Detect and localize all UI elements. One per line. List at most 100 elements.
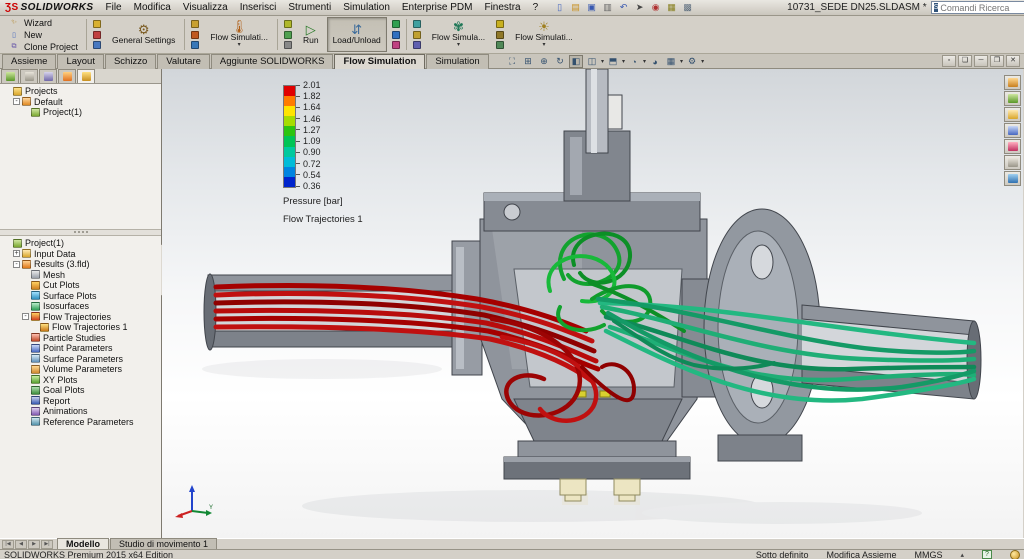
tree-item-projects[interactable]: Projects [4, 86, 161, 97]
tree-item-flow-trajectories-1[interactable]: Flow Trajectories 1 [4, 322, 161, 333]
toolbar-mini-icon[interactable] [493, 19, 507, 29]
tab-layout[interactable]: Layout [57, 54, 104, 69]
panel-tab-1[interactable] [20, 69, 38, 83]
zoom-to-area-icon[interactable]: ⊞ [521, 55, 535, 68]
toolbar-mini-icon[interactable] [493, 30, 507, 40]
tree-item-particle-studies[interactable]: Particle Studies [4, 332, 161, 343]
tree-item-surface-parameters[interactable]: Surface Parameters [4, 353, 161, 364]
chevron-down-icon[interactable]: ▾ [680, 58, 683, 65]
chevron-down-icon[interactable]: ▾ [601, 58, 604, 65]
close-icon[interactable]: ✕ [1006, 55, 1020, 67]
scroll-next-icon[interactable]: ▶ [28, 540, 40, 549]
apply-scene-icon[interactable]: ▦ [664, 55, 678, 68]
options-icon[interactable]: ▩ [680, 1, 695, 14]
model-tab-studio-di-movimento-1[interactable]: Studio di movimento 1 [110, 538, 217, 549]
toolbar-mini-icon[interactable] [410, 40, 424, 50]
scroll-prev-icon[interactable]: ◀ [15, 540, 27, 549]
menu-item-simulation[interactable]: Simulation [337, 1, 396, 14]
model-tab-modello[interactable]: Modello [57, 538, 109, 549]
tree-item-report[interactable]: Report [4, 395, 161, 406]
toolbar-mini-icon[interactable] [389, 30, 403, 40]
tree-item-isosurfaces[interactable]: Isosurfaces [4, 301, 161, 312]
toolbar-mini-icon[interactable] [410, 30, 424, 40]
search-input[interactable] [940, 3, 1024, 13]
tree-item-mesh[interactable]: Mesh [4, 269, 161, 280]
open-icon[interactable]: ▤ [568, 1, 583, 14]
toolbar-mini-icon[interactable] [90, 30, 104, 40]
flow-simulation-display-button[interactable]: ☀︎ Flow Simulati... ▾ [509, 17, 579, 52]
tab-assieme[interactable]: Assieme [2, 54, 56, 69]
quick-tips-icon[interactable]: ? [982, 550, 992, 559]
display-style-icon[interactable]: ◫ [585, 55, 599, 68]
flow-simulation-menu-button[interactable]: 🌡︎ Flow Simulati... ▾ [204, 17, 274, 52]
scroll-last-icon[interactable]: ▶| [41, 540, 53, 549]
general-settings-button[interactable]: ⚙︎ General Settings [106, 17, 181, 52]
window-icon[interactable]: ▫ [942, 55, 956, 67]
new-document-icon[interactable]: ▯ [552, 1, 567, 14]
zoom-in-out-icon[interactable]: ⊕ [537, 55, 551, 68]
window-cascade-icon[interactable]: ❏ [958, 55, 972, 67]
panel-tab-4[interactable] [77, 69, 95, 83]
tree-expander-icon[interactable]: - [22, 313, 29, 320]
tree-item-project-1-[interactable]: Project(1) [4, 107, 161, 118]
tree-item-xy-plots[interactable]: XY Plots [4, 374, 161, 385]
toolbar-mini-icon[interactable] [188, 30, 202, 40]
wizard-button[interactable]: ✨︎ Wizard [2, 17, 83, 29]
units-selector[interactable]: MMGS [914, 550, 942, 559]
menu-item-visualizza[interactable]: Visualizza [177, 1, 234, 14]
save-icon[interactable]: ▣ [584, 1, 599, 14]
view-orientation-icon[interactable]: ⬒ [606, 55, 620, 68]
run-button[interactable]: ▷ Run [297, 17, 325, 52]
toolbar-mini-icon[interactable] [281, 40, 295, 50]
forum-button[interactable] [1004, 171, 1021, 186]
panel-tab-0[interactable] [1, 69, 19, 83]
panel-tab-3[interactable] [58, 69, 76, 83]
rebuild-icon[interactable]: ◉ [648, 1, 663, 14]
units-caret-icon[interactable]: ▴ [960, 551, 964, 559]
toolbar-mini-icon[interactable] [410, 19, 424, 29]
custom-properties-button[interactable] [1004, 155, 1021, 170]
tree-item-reference-parameters[interactable]: Reference Parameters [4, 416, 161, 427]
menu-item-finestra[interactable]: Finestra [478, 1, 526, 14]
tree-item-flow-trajectories[interactable]: -Flow Trajectories [4, 311, 161, 322]
tree-expander-icon[interactable]: - [13, 261, 20, 268]
chevron-down-icon[interactable]: ▾ [622, 58, 625, 65]
toolbar-mini-icon[interactable] [389, 40, 403, 50]
minimize-icon[interactable]: ─ [974, 55, 988, 67]
tree-expander-icon[interactable]: + [13, 250, 20, 257]
tree-item-animations[interactable]: Animations [4, 406, 161, 417]
clone-project-button[interactable]: ⧉ Clone Project [2, 41, 83, 53]
design-library-button[interactable] [1004, 91, 1021, 106]
tab-aggiunte-solidworks[interactable]: Aggiunte SOLIDWORKS [211, 54, 334, 69]
rotate-view-icon[interactable]: ↻ [553, 55, 567, 68]
panel-tab-2[interactable] [39, 69, 57, 83]
load-unload-button[interactable]: ⇵ Load/Unload [327, 17, 387, 52]
tree-item-goal-plots[interactable]: Goal Plots [4, 385, 161, 396]
menu-item-modifica[interactable]: Modifica [128, 1, 177, 14]
scroll-first-icon[interactable]: |◀ [2, 540, 14, 549]
toolbar-mini-icon[interactable] [90, 19, 104, 29]
menu-item-strumenti[interactable]: Strumenti [282, 1, 337, 14]
menu-item--[interactable]: ? [527, 1, 545, 14]
appearances-button[interactable] [1004, 139, 1021, 154]
tree-splitter[interactable] [0, 229, 161, 236]
tree-item-input-data[interactable]: +Input Data [4, 248, 161, 259]
file-explorer-button[interactable] [1004, 107, 1021, 122]
tree-item-surface-plots[interactable]: Surface Plots [4, 290, 161, 301]
undo-icon[interactable]: ↶ [616, 1, 631, 14]
tree-item-project-1-root[interactable]: Project(1) [4, 238, 161, 249]
solidworks-resources-button[interactable] [1004, 75, 1021, 90]
graphics-viewport[interactable]: 2.011.821.641.461.271.090.900.720.540.36… [162, 69, 1023, 538]
toolbar-mini-icon[interactable] [389, 19, 403, 29]
chevron-down-icon[interactable]: ▾ [701, 58, 704, 65]
hide-show-items-icon[interactable]: ◔ [627, 55, 641, 68]
file-properties-icon[interactable]: ▦ [664, 1, 679, 14]
chevron-down-icon[interactable]: ▾ [643, 58, 646, 65]
tree-item-volume-parameters[interactable]: Volume Parameters [4, 364, 161, 375]
tree-expander-icon[interactable]: - [13, 98, 20, 105]
print-icon[interactable]: ▥ [600, 1, 615, 14]
zoom-to-fit-icon[interactable]: ⛶ [505, 55, 519, 68]
toolbar-mini-icon[interactable] [90, 40, 104, 50]
tree-item-cut-plots[interactable]: Cut Plots [4, 280, 161, 291]
view-palette-button[interactable] [1004, 123, 1021, 138]
